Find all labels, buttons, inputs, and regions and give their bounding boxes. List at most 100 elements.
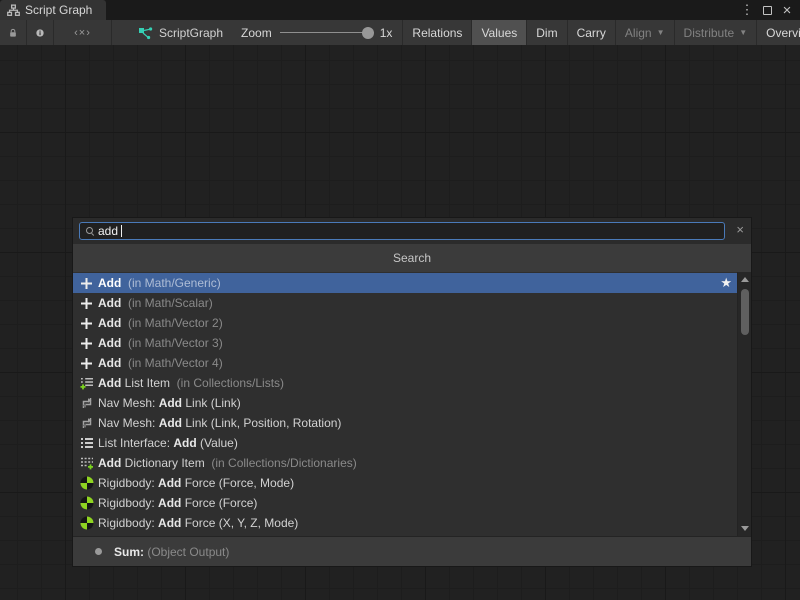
row-text-segment: Add [98, 376, 121, 390]
toolbar-button-label: Align [625, 26, 652, 40]
graph-label: ScriptGraph [159, 26, 223, 40]
row-text-segment: Add [98, 456, 121, 470]
row-text-segment: List Item [121, 376, 170, 390]
chevron-down-icon: ▼ [657, 28, 665, 37]
summary-text: Sum: (Object Output) [114, 545, 229, 559]
result-row[interactable]: Rigidbody: Add Force (Force) [73, 493, 737, 513]
row-text-segment: Add [158, 516, 181, 530]
result-row[interactable]: List Interface: Add (Value) [73, 433, 737, 453]
row-text-segment: Dictionary Item [121, 456, 204, 470]
row-text-segment: (Value) [197, 436, 238, 450]
rigidbody-icon [79, 516, 94, 530]
row-text-segment: Force (Force, Mode) [181, 476, 294, 490]
result-row[interactable]: Nav Mesh: Add Link (Link) [73, 393, 737, 413]
result-row[interactable]: Add (in Math/Generic)★ [73, 273, 737, 293]
script-graph-icon [138, 26, 153, 40]
row-text-segment: (in Math/Vector 2) [121, 316, 222, 330]
toolbar-button-label: Carry [577, 26, 606, 40]
window-menu-icon[interactable]: ⋮ [739, 2, 755, 18]
toolbar-button-distribute[interactable]: Distribute ▼ [675, 20, 758, 45]
result-row[interactable]: Add (in Math/Scalar) [73, 293, 737, 313]
row-text-segment: Force (X, Y, Z, Mode) [181, 516, 298, 530]
clear-search-icon[interactable]: × [736, 223, 744, 237]
close-icon[interactable]: × [779, 2, 795, 18]
tab-script-graph[interactable]: Script Graph [0, 0, 106, 20]
disconnect-button[interactable]: ‹×› [54, 20, 112, 45]
text-caret [121, 225, 122, 237]
rigidbody-icon [79, 496, 94, 510]
graph-breadcrumb[interactable]: ScriptGraph [130, 20, 231, 45]
disconnect-icon: ‹×› [74, 27, 91, 39]
row-text-segment: Add [98, 356, 121, 370]
title-bar: Script Graph ⋮ × [0, 0, 800, 20]
result-row[interactable]: Rigidbody: Add Force (Force, Mode) [73, 473, 737, 493]
maximize-icon[interactable] [759, 2, 775, 18]
zoom-slider[interactable] [280, 32, 372, 33]
plus-icon [79, 297, 94, 310]
toolbar-button-label: Distribute [684, 26, 735, 40]
lock-icon [9, 27, 17, 39]
result-row[interactable]: Add (in Math/Vector 4) [73, 353, 737, 373]
add-list-item-icon [79, 376, 94, 390]
row-text-segment: Add [159, 396, 182, 410]
scroll-down-icon[interactable] [738, 522, 751, 535]
nav-mesh-icon [79, 416, 94, 430]
row-text-segment: (in Collections/Lists) [170, 376, 284, 390]
row-text-segment: Add [98, 336, 121, 350]
result-row[interactable]: Add Dictionary Item (in Collections/Dict… [73, 453, 737, 473]
result-row[interactable]: Nav Mesh: Add Link (Link, Position, Rota… [73, 413, 737, 433]
row-text-segment: List Interface: [98, 436, 173, 450]
rigidbody-icon [79, 476, 94, 490]
plus-icon [79, 357, 94, 370]
list-icon [79, 436, 94, 450]
plus-icon [79, 317, 94, 330]
result-list: Add (in Math/Generic)★Add (in Math/Scala… [73, 272, 751, 536]
search-icon [85, 226, 95, 236]
selection-summary: Sum: (Object Output) [73, 536, 751, 566]
toolbar-button-relations[interactable]: Relations [402, 20, 472, 45]
toolbar-button-dim[interactable]: Dim [527, 20, 567, 45]
favorite-star-icon[interactable]: ★ [720, 275, 732, 291]
info-button[interactable] [27, 20, 54, 45]
toolbar-buttons: RelationsValuesDim Carry Align ▼ Distribute ▼… [402, 20, 800, 45]
row-text-segment: Nav Mesh: [98, 416, 159, 430]
search-input[interactable]: add [79, 222, 725, 240]
lock-button[interactable] [0, 20, 27, 45]
search-header-label: Search [393, 251, 431, 265]
row-text-segment: Force (Force) [181, 496, 257, 510]
toolbar: ‹×› ScriptGraph Zoom 1x RelationsValuesD… [0, 20, 800, 45]
search-band: add × [73, 218, 751, 244]
toolbar-button-carry[interactable]: Carry [568, 20, 616, 45]
row-text-segment: Sum: [114, 545, 144, 559]
chevron-down-icon: ▼ [739, 28, 747, 37]
scrollbar[interactable] [737, 272, 751, 536]
result-row[interactable]: Add (in Math/Vector 2) [73, 313, 737, 333]
row-text-segment: Add [159, 416, 182, 430]
graph-hierarchy-icon [7, 4, 20, 17]
zoom-slider-thumb[interactable] [362, 27, 374, 39]
scrollbar-thumb[interactable] [741, 289, 749, 335]
result-row[interactable]: Add List Item (in Collections/Lists) [73, 373, 737, 393]
toolbar-button-label: Overview [766, 26, 800, 40]
row-text-segment: (in Math/Scalar) [121, 296, 212, 310]
row-text-segment: Rigidbody: [98, 476, 158, 490]
zoom-control: Zoom 1x [231, 20, 402, 45]
row-text-segment: Add [173, 436, 196, 450]
toolbar-button-overview[interactable]: Overview [757, 20, 800, 45]
row-text-segment: Add [158, 496, 181, 510]
tab-label: Script Graph [25, 3, 92, 17]
row-text-segment: (in Math/Vector 3) [121, 336, 222, 350]
result-row[interactable]: Add (in Math/Vector 3) [73, 333, 737, 353]
plus-icon [79, 277, 94, 290]
nav-mesh-icon [79, 396, 94, 410]
plus-icon [79, 337, 94, 350]
row-text-segment: (in Math/Vector 4) [121, 356, 222, 370]
fuzzy-finder-popup: add × Search Add (in Math/Generic)★Add (… [72, 217, 752, 567]
toolbar-button-values[interactable]: Values [472, 20, 527, 45]
row-text-segment: Add [98, 276, 121, 290]
scroll-up-icon[interactable] [738, 273, 751, 286]
row-text-segment: (in Collections/Dictionaries) [205, 456, 357, 470]
toolbar-button-align[interactable]: Align ▼ [616, 20, 675, 45]
result-row[interactable]: Rigidbody: Add Force (X, Y, Z, Mode) [73, 513, 737, 533]
zoom-label: Zoom [241, 26, 272, 40]
